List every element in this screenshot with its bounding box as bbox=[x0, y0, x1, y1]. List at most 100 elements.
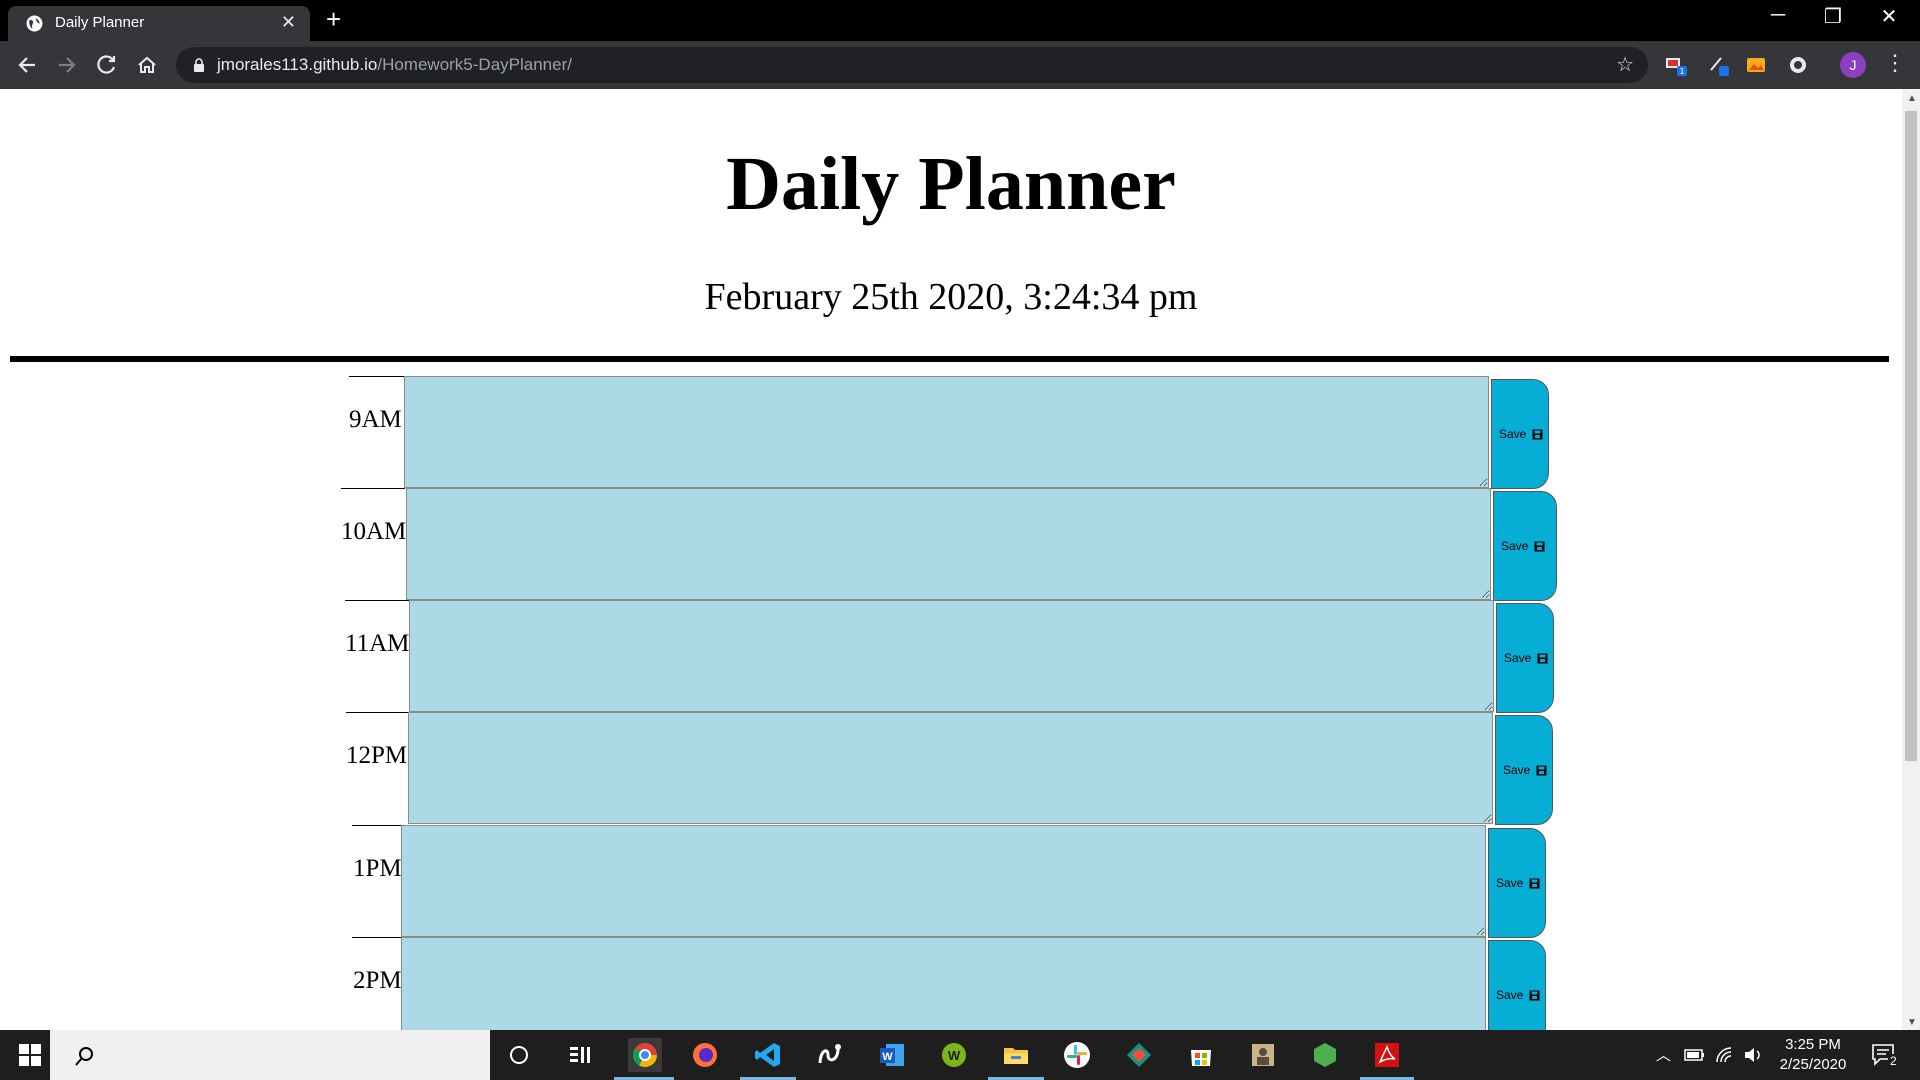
notifications-icon[interactable]: 2 bbox=[1866, 1038, 1900, 1072]
time-block-9am: 9AM Save bbox=[349, 376, 1549, 489]
row-divider bbox=[346, 712, 408, 713]
tab-title: Daily Planner bbox=[55, 14, 145, 31]
save-button[interactable]: Save bbox=[1488, 940, 1546, 1030]
save-button[interactable]: Save bbox=[1496, 603, 1554, 713]
close-tab-icon[interactable]: ✕ bbox=[281, 12, 296, 33]
acrobat-app-icon[interactable] bbox=[1370, 1038, 1404, 1072]
hour-label: 11AM bbox=[345, 630, 410, 657]
tab-strip: Daily Planner ✕ + ─ ❐ ✕ bbox=[0, 0, 1920, 41]
row-divider bbox=[341, 488, 405, 489]
event-description-input[interactable] bbox=[406, 488, 1491, 600]
event-description-input[interactable] bbox=[404, 376, 1489, 488]
hour-label: 9AM bbox=[349, 406, 402, 433]
back-icon[interactable] bbox=[13, 51, 41, 79]
url-path: /Homework5-DayPlanner/ bbox=[377, 55, 572, 74]
browser-tab[interactable]: Daily Planner ✕ bbox=[8, 6, 310, 41]
windows-taskbar: W W ︿ 3:25 PM 2/25/2020 2 bbox=[0, 1030, 1920, 1080]
windows-start-icon[interactable] bbox=[13, 1038, 47, 1072]
page-viewport: Daily Planner February 25th 2020, 3:24:3… bbox=[0, 89, 1902, 1030]
taskbar-search-box[interactable] bbox=[50, 1030, 490, 1080]
save-button[interactable]: Save bbox=[1493, 491, 1557, 601]
save-icon bbox=[1529, 990, 1540, 1001]
svg-text:W: W bbox=[948, 1048, 961, 1063]
profile-avatar[interactable]: J bbox=[1840, 52, 1866, 78]
save-button[interactable]: Save bbox=[1491, 379, 1549, 489]
time-block-1pm: 1PM Save bbox=[352, 825, 1552, 938]
extension-icon[interactable] bbox=[1743, 52, 1769, 78]
url-text[interactable]: jmorales113.github.io/Homework5-DayPlann… bbox=[217, 55, 572, 75]
save-label: Save bbox=[1499, 427, 1527, 441]
event-description-input[interactable] bbox=[408, 712, 1493, 824]
event-description-input[interactable] bbox=[401, 825, 1486, 937]
vscode-app-icon[interactable] bbox=[751, 1038, 785, 1072]
save-icon bbox=[1537, 653, 1548, 664]
bookmark-star-icon[interactable]: ☆ bbox=[1616, 52, 1634, 77]
task-view-icon[interactable] bbox=[563, 1038, 597, 1072]
extension-icon[interactable]: 1 bbox=[1663, 52, 1689, 78]
minimize-icon[interactable]: ─ bbox=[1755, 4, 1801, 27]
save-label: Save bbox=[1501, 539, 1529, 553]
svg-text:W: W bbox=[882, 1051, 893, 1063]
battery-icon[interactable] bbox=[1678, 1038, 1712, 1072]
scroll-down-icon[interactable]: ▼ bbox=[1907, 1017, 1917, 1028]
hour-label: 1PM bbox=[353, 855, 402, 882]
browser-menu-icon[interactable]: ⋮ bbox=[1884, 50, 1906, 76]
search-icon bbox=[75, 1047, 93, 1066]
row-divider bbox=[345, 600, 409, 601]
taskbar-clock[interactable]: 3:25 PM 2/25/2020 bbox=[1776, 1036, 1850, 1073]
flow-app-icon[interactable] bbox=[813, 1038, 847, 1072]
hour-label: 10AM bbox=[341, 518, 407, 545]
extension-icon[interactable] bbox=[1785, 52, 1811, 78]
save-icon bbox=[1529, 878, 1540, 889]
header-divider bbox=[10, 356, 1889, 362]
chrome-app-icon[interactable] bbox=[628, 1038, 662, 1072]
microsoft-store-icon[interactable] bbox=[1184, 1038, 1218, 1072]
gitkraken-app-icon[interactable] bbox=[1122, 1038, 1156, 1072]
notification-count: 2 bbox=[1888, 1054, 1899, 1068]
save-icon bbox=[1536, 765, 1547, 776]
save-label: Save bbox=[1496, 988, 1524, 1002]
hour-label: 12PM bbox=[346, 742, 408, 769]
row-divider bbox=[352, 825, 401, 826]
taskbar-date: 2/25/2020 bbox=[1779, 1056, 1847, 1073]
globe-icon bbox=[26, 15, 43, 32]
row-divider bbox=[349, 376, 404, 377]
close-window-icon[interactable]: ✕ bbox=[1866, 4, 1912, 29]
save-icon bbox=[1532, 429, 1543, 440]
volume-icon[interactable] bbox=[1736, 1038, 1770, 1072]
browser-toolbar: jmorales113.github.io/Homework5-DayPlann… bbox=[0, 41, 1920, 89]
nodejs-app-icon[interactable] bbox=[1308, 1038, 1342, 1072]
time-block-11am: 11AM Save bbox=[345, 600, 1560, 713]
firefox-app-icon[interactable] bbox=[688, 1038, 722, 1072]
event-description-input[interactable] bbox=[409, 600, 1494, 712]
time-block-12pm: 12PM Save bbox=[346, 712, 1561, 825]
home-icon[interactable] bbox=[133, 51, 161, 79]
address-bar[interactable]: jmorales113.github.io/Homework5-DayPlann… bbox=[176, 47, 1648, 83]
cortana-icon[interactable] bbox=[502, 1038, 536, 1072]
lock-icon[interactable] bbox=[192, 57, 206, 73]
photo-app-icon[interactable] bbox=[1246, 1038, 1280, 1072]
save-button[interactable]: Save bbox=[1488, 828, 1546, 938]
show-hidden-icons-icon[interactable]: ︿ bbox=[1656, 1044, 1671, 1065]
taskbar-time: 3:25 PM bbox=[1785, 1036, 1841, 1053]
current-datetime: February 25th 2020, 3:24:34 pm bbox=[704, 276, 1198, 318]
word-app-icon[interactable]: W bbox=[875, 1038, 909, 1072]
new-tab-button[interactable]: + bbox=[326, 4, 341, 35]
hour-label: 2PM bbox=[353, 967, 402, 994]
extension-icon[interactable] bbox=[1707, 52, 1733, 78]
time-block-2pm: 2PM Save bbox=[352, 937, 1552, 1030]
restore-icon[interactable]: ❐ bbox=[1810, 4, 1856, 29]
reload-icon[interactable] bbox=[93, 51, 121, 79]
vertical-scrollbar[interactable]: ▲ ▼ bbox=[1902, 89, 1920, 1030]
slack-app-icon[interactable] bbox=[1060, 1038, 1094, 1072]
scroll-up-icon[interactable]: ▲ bbox=[1907, 93, 1917, 104]
save-button[interactable]: Save bbox=[1495, 715, 1553, 825]
scrollbar-thumb[interactable] bbox=[1905, 111, 1917, 761]
wrike-app-icon[interactable]: W bbox=[937, 1038, 971, 1072]
forward-icon[interactable] bbox=[53, 51, 81, 79]
save-icon bbox=[1534, 541, 1545, 552]
file-explorer-icon[interactable] bbox=[999, 1038, 1033, 1072]
event-description-input[interactable] bbox=[401, 937, 1486, 1030]
save-label: Save bbox=[1496, 876, 1524, 890]
page-header: Daily Planner February 25th 2020, 3:24:3… bbox=[0, 89, 1902, 366]
